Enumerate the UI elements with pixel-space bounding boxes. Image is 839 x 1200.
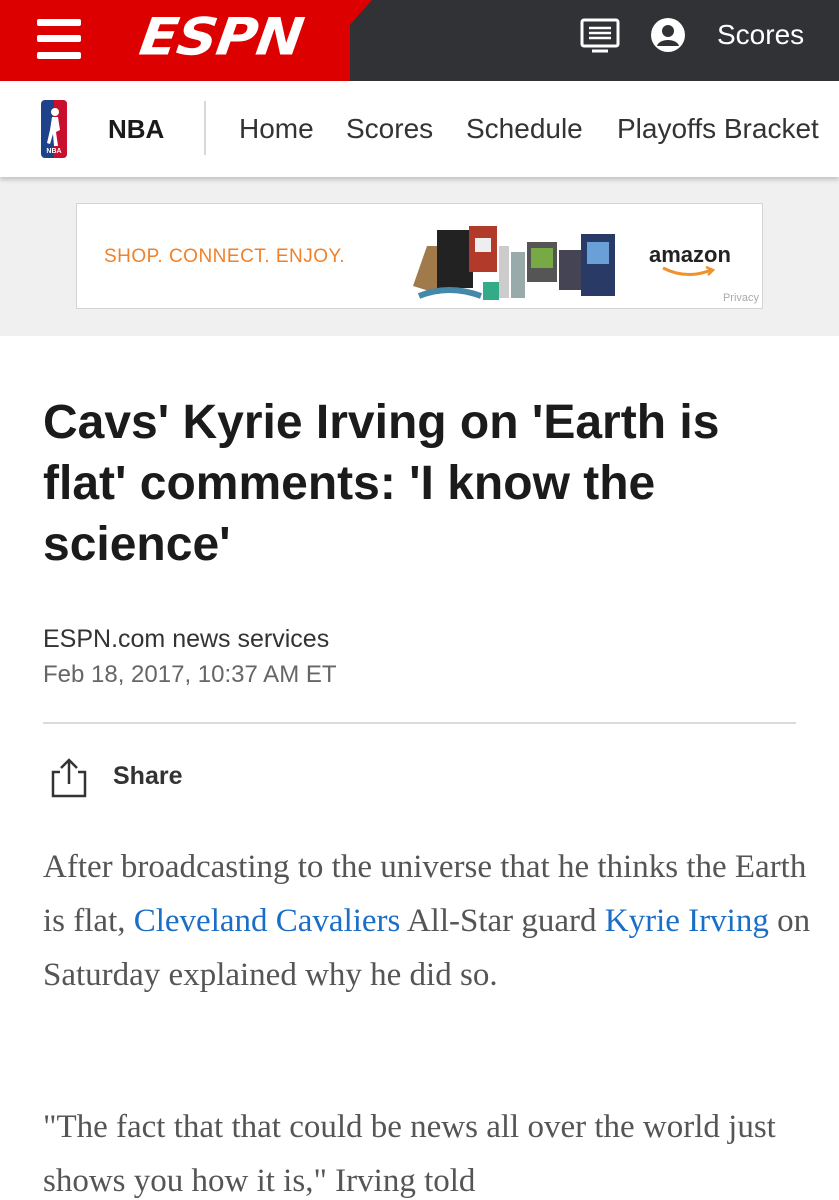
link-kyrie-irving[interactable]: Kyrie Irving: [605, 903, 769, 939]
paragraph-text: All-Star guard: [400, 903, 605, 939]
article-timestamp: Feb 18, 2017, 10:37 AM ET: [43, 661, 337, 688]
user-icon[interactable]: [650, 17, 686, 53]
menu-icon-line: [37, 19, 81, 26]
top-bar: ESPN Scores: [0, 0, 839, 81]
menu-icon[interactable]: [37, 19, 81, 59]
nav-item-schedule[interactable]: Schedule: [466, 113, 583, 145]
amazon-smile-icon: [662, 266, 716, 276]
ad-privacy-link[interactable]: Privacy: [723, 292, 759, 304]
article-byline: ESPN.com news services: [43, 625, 330, 653]
nav-item-scores[interactable]: Scores: [346, 113, 433, 145]
nav-item-home[interactable]: Home: [239, 113, 314, 145]
league-nav-bar: NBA NBA Home Scores Schedule Playoffs Br…: [0, 81, 839, 177]
article-headline: Cavs' Kyrie Irving on 'Earth is flat' co…: [43, 396, 720, 571]
divider: [43, 722, 796, 724]
article-paragraph: "The fact that that could be news all ov…: [43, 1109, 776, 1199]
share-icon: [51, 758, 87, 798]
tv-guide-icon[interactable]: [580, 18, 620, 54]
espn-logo-text: ESPN: [135, 7, 307, 68]
menu-icon-line: [37, 35, 81, 42]
ad-brand-logo: amazon: [649, 242, 731, 267]
amazon-ad-banner[interactable]: SHOP. CONNECT. ENJOY. amazon Privacy: [76, 203, 763, 309]
menu-icon-line: [37, 52, 81, 59]
share-button[interactable]: Share: [43, 752, 203, 802]
ad-product-image: [413, 226, 615, 300]
nav-divider: [204, 101, 206, 155]
link-cleveland-cavaliers[interactable]: Cleveland Cavaliers: [134, 903, 401, 939]
nba-logo-icon[interactable]: NBA: [41, 100, 67, 158]
nav-item-playoffs-bracket[interactable]: Playoffs Bracket: [617, 113, 819, 145]
article-paragraph: After broadcasting to the universe that …: [43, 840, 813, 1002]
svg-text:NBA: NBA: [46, 148, 61, 155]
share-label: Share: [113, 762, 183, 790]
scores-link[interactable]: Scores: [717, 18, 804, 52]
espn-logo[interactable]: ESPN: [136, 6, 318, 68]
ad-container: SHOP. CONNECT. ENJOY. amazon Privacy: [0, 177, 839, 336]
league-label[interactable]: NBA: [108, 114, 164, 145]
ad-tagline: SHOP. CONNECT. ENJOY.: [104, 246, 346, 267]
